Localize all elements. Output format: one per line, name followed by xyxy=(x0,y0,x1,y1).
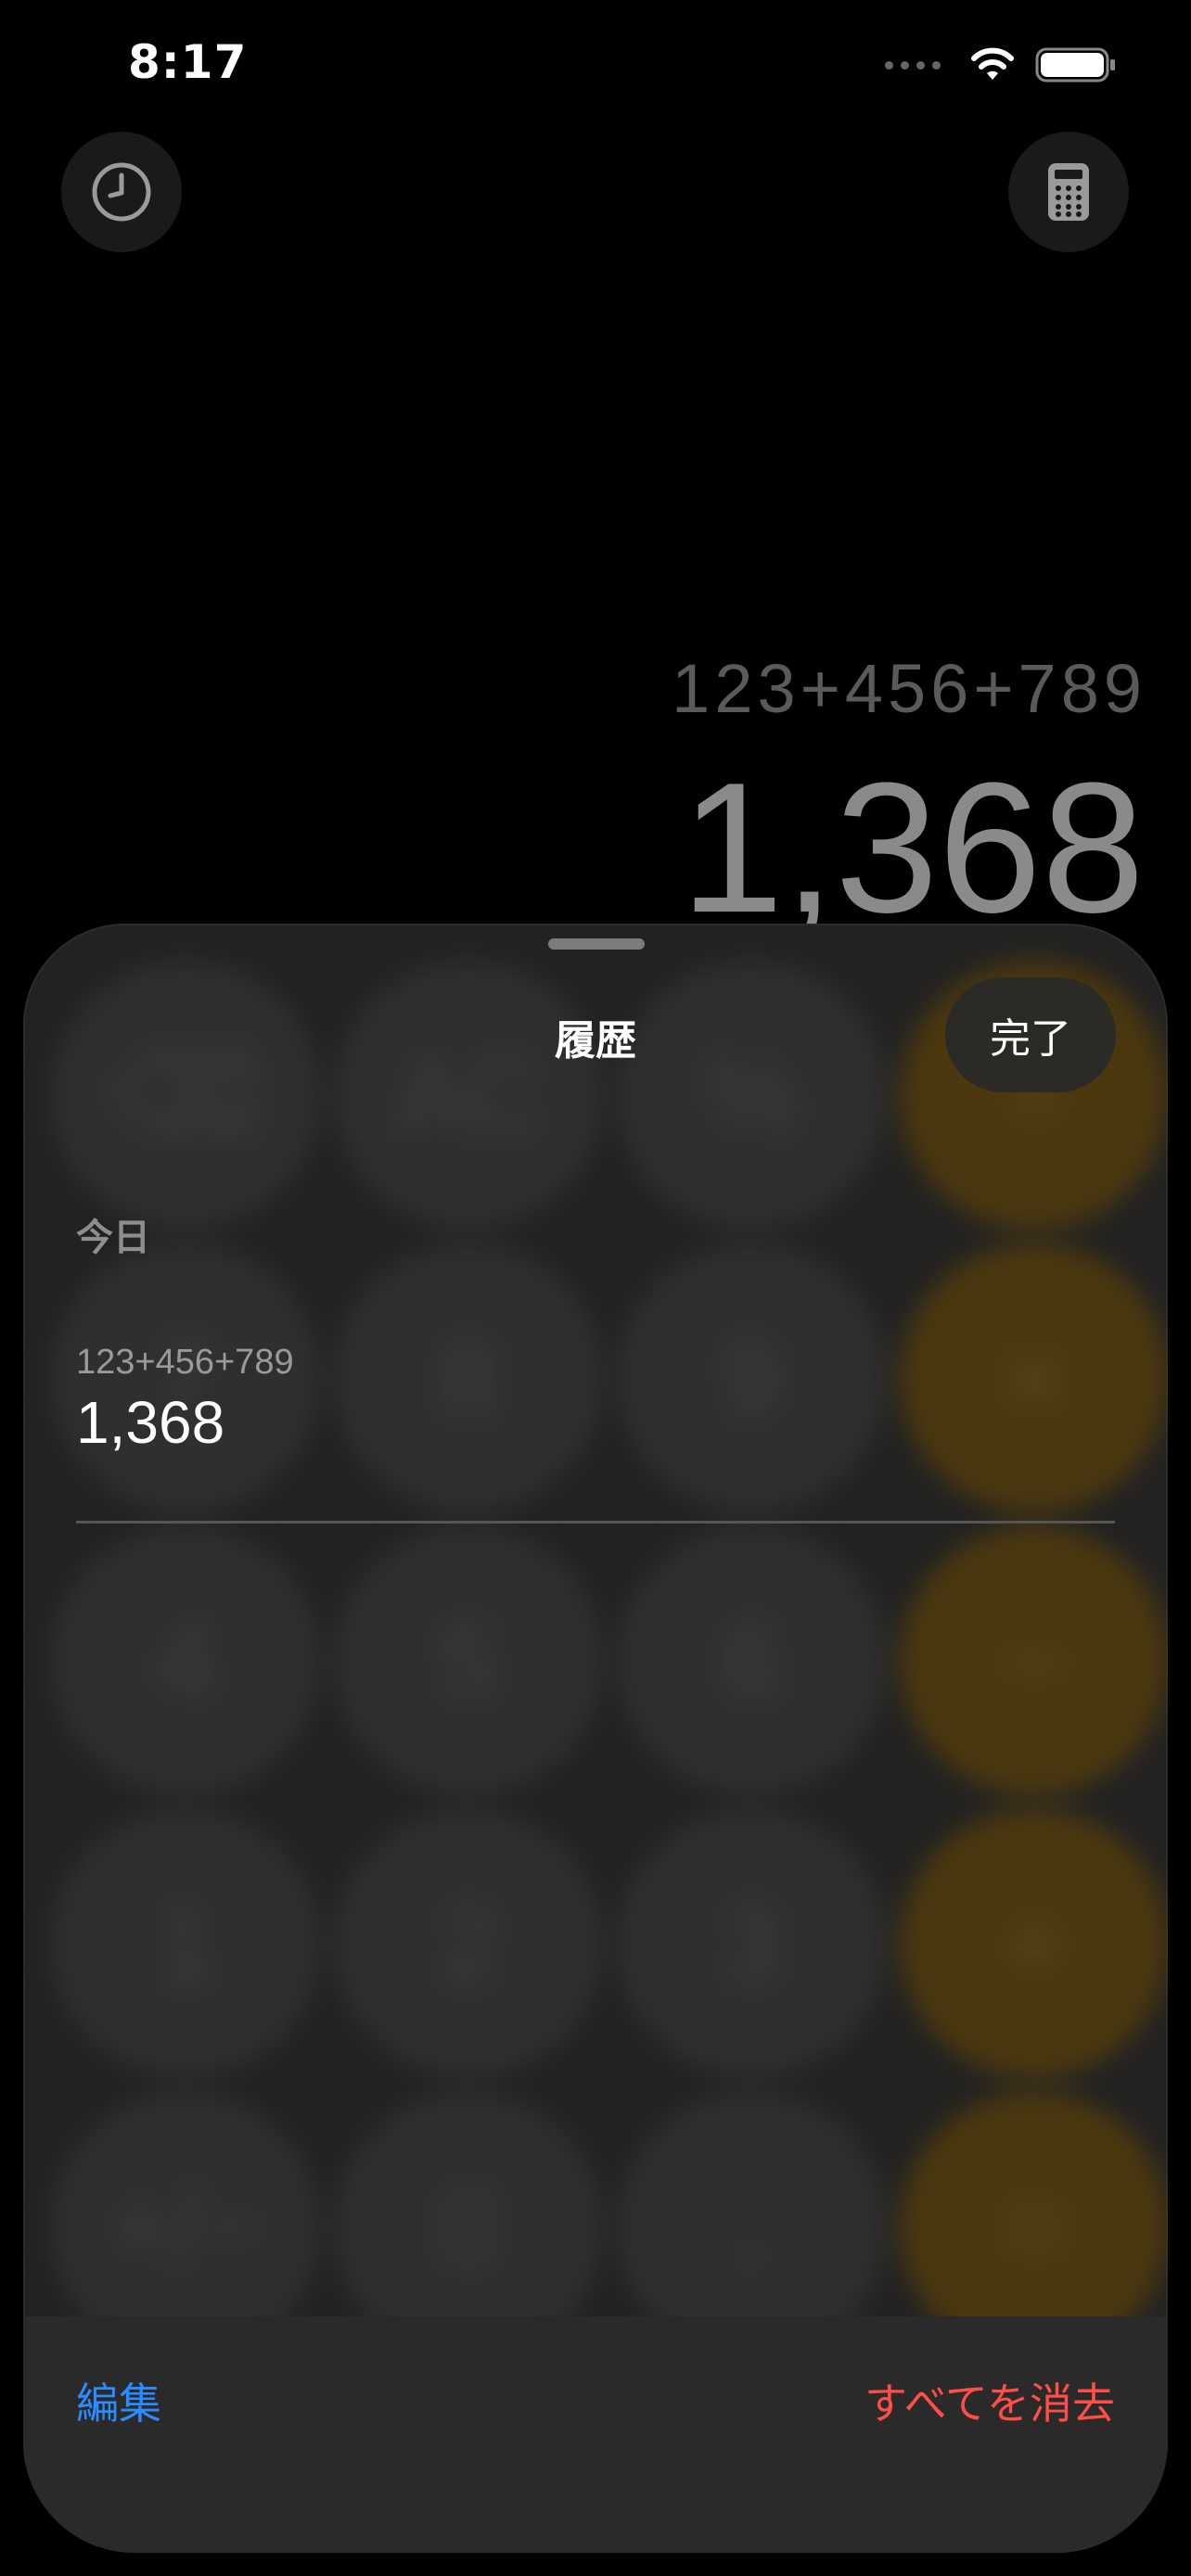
backspace-key: ⌫ xyxy=(113,1039,258,1153)
battery-icon xyxy=(1035,47,1115,83)
sheet-grabber-handle[interactable] xyxy=(548,938,645,950)
divider xyxy=(76,1521,1115,1524)
ac-key: AC xyxy=(397,1038,540,1153)
percent-key: % xyxy=(706,1038,797,1153)
display-expression: 123+456+789 xyxy=(672,650,1146,727)
cellular-signal-icon xyxy=(885,60,941,70)
two-key: 2 xyxy=(440,1886,497,2001)
section-header-today: 今日 xyxy=(76,1217,150,1259)
done-button[interactable]: 完了 xyxy=(945,977,1116,1092)
history-item-expression: 123+456+789 xyxy=(76,1343,294,1382)
six-key: 6 xyxy=(723,1603,780,1718)
keypad-blurred-background: ⌫ AC % ÷ 7 8 9 × 4 5 6 − 1 2 3 + +/− 0 .… xyxy=(23,924,1168,2553)
clear-all-button[interactable]: すべてを消去 xyxy=(864,2370,1115,2431)
wifi-icon xyxy=(971,47,1014,80)
calculator-icon xyxy=(1048,163,1089,221)
sheet-toolbar: 編集 すべてを消去 xyxy=(23,2316,1168,2553)
history-item[interactable]: 123+456+789 1,368 xyxy=(76,1343,1115,1457)
history-button[interactable] xyxy=(61,132,182,252)
history-sheet: ⌫ AC % ÷ 7 8 9 × 4 5 6 − 1 2 3 + +/− 0 .… xyxy=(23,924,1168,2553)
plus-key: + xyxy=(1004,1886,1065,2001)
status-time: 8:17 xyxy=(128,35,248,89)
one-key: 1 xyxy=(157,1886,214,2001)
four-key: 4 xyxy=(157,1603,214,1718)
edit-button[interactable]: 編集 xyxy=(76,2370,161,2431)
display-result: 1,368 xyxy=(680,745,1146,951)
status-bar: 8:17 xyxy=(0,0,1191,130)
history-item-result: 1,368 xyxy=(76,1389,225,1456)
three-key: 3 xyxy=(723,1886,780,2001)
five-key: 5 xyxy=(440,1603,497,1718)
clock-icon xyxy=(92,162,151,222)
status-icons xyxy=(885,46,1117,83)
minus-key: − xyxy=(1004,1603,1065,1718)
calculator-mode-button[interactable] xyxy=(1008,132,1129,252)
